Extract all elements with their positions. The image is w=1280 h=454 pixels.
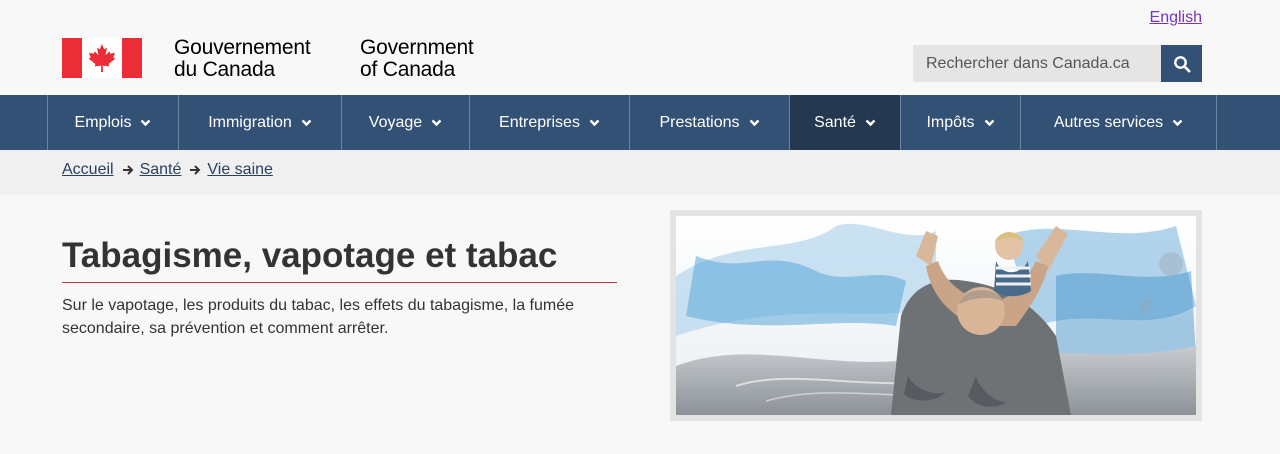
magnifier-icon: [1173, 55, 1191, 73]
menu-item-autres-services[interactable]: Autres services: [1021, 95, 1217, 150]
chevron-down-icon: [1172, 119, 1183, 126]
breadcrumb-link-vie-saine[interactable]: Vie saine: [207, 161, 273, 179]
chevron-down-icon: [984, 119, 994, 126]
arrow-right-icon: [190, 165, 201, 175]
menu-item-voyage[interactable]: Voyage: [342, 95, 470, 150]
hero-photo: [676, 216, 1196, 415]
breadcrumb-link-sante[interactable]: Santé: [140, 161, 182, 179]
chevron-down-icon: [141, 119, 151, 126]
search-input[interactable]: [913, 45, 1161, 82]
menu-item-prestations[interactable]: Prestations: [630, 95, 790, 150]
chevron-down-icon: [865, 119, 876, 126]
menu-item-emplois[interactable]: Emplois: [48, 95, 179, 150]
menu-item-sante[interactable]: Santé: [790, 95, 901, 150]
page-title: Tabagisme, vapotage et tabac: [62, 236, 558, 275]
hero-image: [670, 210, 1202, 421]
government-signature[interactable]: Gouvernement du Canada Government of Can…: [62, 37, 474, 81]
page-description: Sur le vapotage, les produits du tabac, …: [62, 297, 575, 337]
menu-item-immigration[interactable]: Immigration: [179, 95, 342, 150]
language-toggle-link[interactable]: English: [1150, 9, 1202, 27]
wordmark: Gouvernement du Canada Government of Can…: [174, 37, 474, 81]
canada-flag: [62, 38, 142, 78]
wordmark-english: Government of Canada: [360, 36, 474, 81]
main-menu: Emplois Immigration Voyage Entreprises P…: [0, 95, 1280, 150]
chevron-down-icon: [589, 119, 600, 126]
chevron-down-icon: [749, 119, 759, 126]
title-underline: [62, 282, 617, 283]
chevron-down-icon: [431, 119, 442, 126]
breadcrumb: Accueil Santé Vie saine: [0, 150, 1280, 195]
search-form: [913, 45, 1202, 82]
wordmark-french: Gouvernement du Canada: [174, 36, 311, 81]
breadcrumb-link-accueil[interactable]: Accueil: [62, 161, 114, 179]
menu-item-entreprises[interactable]: Entreprises: [470, 95, 630, 150]
menu-item-impots[interactable]: Impôts: [901, 95, 1021, 150]
menu-items: Emplois Immigration Voyage Entreprises P…: [47, 95, 1217, 150]
site-header: English Gouvernement du Canada Governmen…: [0, 0, 1280, 95]
maple-leaf-icon: [88, 44, 116, 72]
chevron-down-icon: [301, 119, 312, 126]
search-button[interactable]: [1161, 45, 1202, 82]
arrow-right-icon: [122, 165, 133, 175]
